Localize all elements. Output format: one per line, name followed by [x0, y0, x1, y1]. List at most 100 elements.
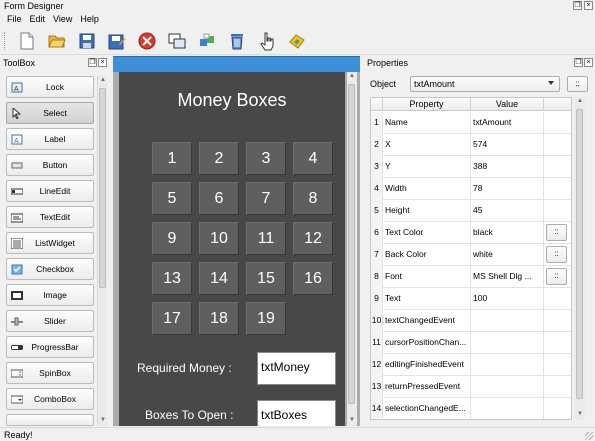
properties-scrollbar[interactable]: ▲ ▼	[575, 97, 585, 420]
tool-image[interactable]: Image	[6, 284, 94, 306]
required-money-label[interactable]: Required Money :	[137, 361, 232, 375]
property-row[interactable]: 10 textChangedEvent	[371, 310, 571, 332]
property-row[interactable]: 5 Height 45	[371, 200, 571, 222]
menu-edit[interactable]: Edit	[27, 13, 51, 27]
boxes-to-open-input[interactable]: txtBoxes	[257, 400, 336, 426]
money-box-button[interactable]: 9	[152, 222, 192, 255]
property-edit-button[interactable]: ::	[546, 268, 567, 285]
tool-button[interactable]: Button	[6, 154, 94, 176]
property-row[interactable]: 4 Width 78	[371, 178, 571, 200]
property-row[interactable]: 14 selectionChangedE...	[371, 398, 571, 419]
money-box-button[interactable]: 6	[199, 182, 239, 215]
property-value-cell[interactable]: 388	[471, 156, 544, 178]
money-box-button[interactable]: 7	[246, 182, 286, 215]
stop-button[interactable]	[135, 30, 159, 52]
money-box-button[interactable]: 4	[293, 142, 333, 175]
tool-select[interactable]: Select	[6, 102, 94, 124]
menu-file[interactable]: File	[4, 13, 27, 27]
save-as-button[interactable]	[105, 30, 129, 52]
scroll-up-arrow-icon[interactable]: ▲	[576, 98, 584, 106]
property-row[interactable]: 1 Name txtAmount	[371, 112, 571, 134]
tool-more[interactable]	[6, 414, 94, 426]
delete-button[interactable]	[225, 30, 249, 52]
properties-float-button[interactable]: ❐	[574, 58, 583, 67]
scroll-down-arrow-icon[interactable]: ▼	[348, 417, 356, 425]
property-row[interactable]: 2 X 574	[371, 134, 571, 156]
scroll-down-arrow-icon[interactable]: ▼	[99, 417, 107, 425]
properties-scroll-thumb[interactable]	[576, 109, 583, 399]
property-value-cell[interactable]: black	[471, 222, 544, 244]
property-name-cell[interactable]: Font	[383, 266, 471, 288]
canvas-scrollbar[interactable]: ▲ ▼	[347, 72, 357, 426]
money-box-button[interactable]: 19	[246, 302, 286, 335]
property-edit-button[interactable]: ::	[546, 224, 567, 241]
tool-progressbar[interactable]: ProgressBar	[6, 336, 94, 358]
property-name-cell[interactable]: textChangedEvent	[383, 310, 471, 332]
property-row[interactable]: 12 editingFinishedEvent	[371, 354, 571, 376]
toolbox-float-button[interactable]: ❐	[88, 58, 97, 67]
design-form[interactable]: Money Boxes 1 2 3 4 5 6 7 8 9 10 11 12 1…	[119, 72, 345, 426]
money-box-button[interactable]: 12	[293, 222, 333, 255]
save-button[interactable]	[75, 30, 99, 52]
tool-slider[interactable]: Slider	[6, 310, 94, 332]
property-name-cell[interactable]: Y	[383, 156, 471, 178]
menu-help[interactable]: Help	[77, 13, 104, 27]
object-more-button[interactable]: ::	[567, 76, 588, 92]
close-window-button[interactable]: ×	[584, 1, 593, 10]
tool-lineedit[interactable]: LineEdit	[6, 180, 94, 202]
tool-combobox[interactable]: ComboBox	[6, 388, 94, 410]
property-name-cell[interactable]: Back Color	[383, 244, 471, 266]
scroll-up-arrow-icon[interactable]: ▲	[348, 73, 356, 81]
money-box-button[interactable]: 2	[199, 142, 239, 175]
property-value-cell[interactable]	[471, 376, 544, 398]
property-name-cell[interactable]: Text	[383, 288, 471, 310]
scroll-down-arrow-icon[interactable]: ▼	[576, 411, 584, 419]
money-box-button[interactable]: 17	[152, 302, 192, 335]
property-name-cell[interactable]: selectionChangedE...	[383, 398, 471, 419]
property-value-cell[interactable]: 574	[471, 134, 544, 156]
property-value-cell[interactable]	[471, 332, 544, 354]
property-row[interactable]: 3 Y 388	[371, 156, 571, 178]
property-value-cell[interactable]: white	[471, 244, 544, 266]
hand-pointer-button[interactable]	[255, 30, 279, 52]
required-money-input[interactable]: txtMoney	[257, 352, 336, 385]
property-value-cell[interactable]: 78	[471, 178, 544, 200]
money-box-button[interactable]: 8	[293, 182, 333, 215]
tool-label[interactable]: A Label	[6, 128, 94, 150]
property-column-header[interactable]: Property	[383, 98, 471, 111]
menu-view[interactable]: View	[50, 13, 77, 27]
property-value-cell[interactable]: 45	[471, 200, 544, 222]
toolbar-grip[interactable]	[4, 32, 7, 50]
property-row[interactable]: 7 Back Color white::	[371, 244, 571, 266]
toolbox-scrollbar[interactable]: ▲ ▼	[97, 76, 107, 426]
money-box-button[interactable]: 11	[246, 222, 286, 255]
money-box-button[interactable]: 18	[199, 302, 239, 335]
form-title[interactable]: Money Boxes	[119, 90, 345, 111]
property-name-cell[interactable]: editingFinishedEvent	[383, 354, 471, 376]
property-name-cell[interactable]: X	[383, 134, 471, 156]
money-box-button[interactable]: 10	[199, 222, 239, 255]
property-name-cell[interactable]: Height	[383, 200, 471, 222]
toolbox-close-button[interactable]: ×	[98, 58, 107, 67]
property-name-cell[interactable]: Name	[383, 112, 471, 134]
properties-close-button[interactable]: ×	[584, 58, 593, 67]
property-name-cell[interactable]: Text Color	[383, 222, 471, 244]
property-row[interactable]: 9 Text 100	[371, 288, 571, 310]
property-value-cell[interactable]	[471, 398, 544, 419]
boxes-to-open-label[interactable]: Boxes To Open :	[145, 408, 234, 422]
tool-checkbox[interactable]: Checkbox	[6, 258, 94, 280]
property-row[interactable]: 13 returnPressedEvent	[371, 376, 571, 398]
money-box-button[interactable]: 5	[152, 182, 192, 215]
copy-window-button[interactable]	[165, 30, 189, 52]
money-box-button[interactable]: 13	[152, 262, 192, 295]
object-select[interactable]: txtAmount	[410, 76, 560, 92]
money-box-button[interactable]: 16	[293, 262, 333, 295]
restore-window-button[interactable]: ❐	[573, 1, 582, 10]
property-edit-button[interactable]: ::	[546, 246, 567, 263]
resize-grip-icon[interactable]	[585, 432, 593, 440]
canvas-scroll-thumb[interactable]	[348, 84, 355, 404]
open-button[interactable]	[45, 30, 69, 52]
property-value-cell[interactable]: txtAmount	[471, 112, 544, 134]
run-button[interactable]	[285, 30, 309, 52]
money-box-button[interactable]: 15	[246, 262, 286, 295]
